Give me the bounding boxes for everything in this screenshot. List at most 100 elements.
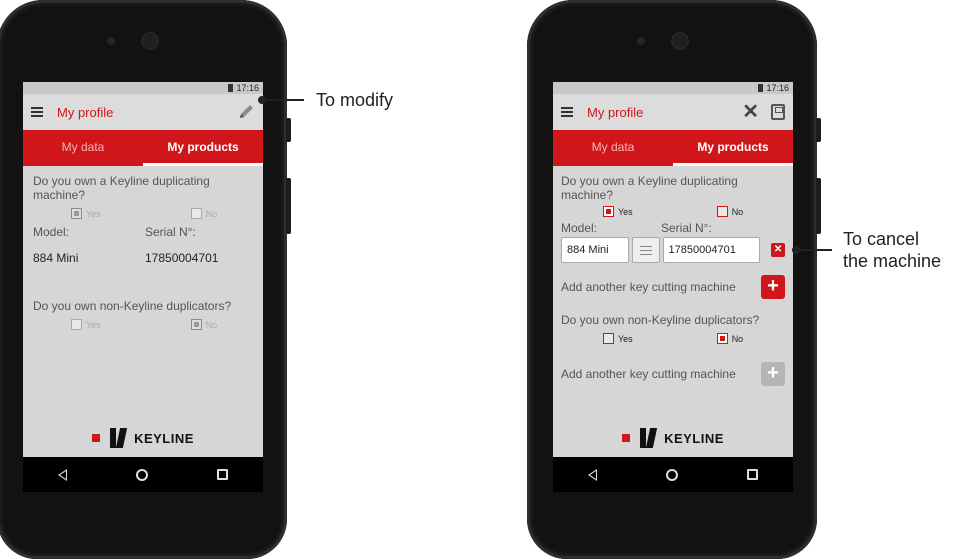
home-icon[interactable]	[665, 468, 678, 481]
battery-icon	[228, 84, 234, 92]
screen-left: 17:16 My profile My data My products Do …	[23, 82, 263, 492]
no-option[interactable]: No	[716, 206, 744, 217]
save-icon[interactable]	[771, 104, 785, 120]
no-label: No	[731, 206, 744, 217]
list-select-button[interactable]	[631, 237, 660, 263]
leader-line-modify	[258, 96, 304, 104]
keyline-machine-options: Yes No	[561, 206, 785, 217]
tab-my-products[interactable]: My products	[673, 130, 793, 166]
keyline-logo: KEYLINE	[553, 428, 793, 448]
machine-labels: Model: Serial N°:	[33, 225, 253, 239]
annotation-cancel-line1: To cancel	[843, 229, 920, 249]
model-value: 884 Mini	[33, 251, 79, 265]
menu-icon[interactable]	[561, 107, 573, 117]
no-label: No	[205, 319, 218, 330]
annotation-cancel: To cancel the machine	[843, 228, 941, 272]
tab-bar: My data My products	[23, 130, 263, 166]
phone-left: 17:16 My profile My data My products Do …	[0, 0, 291, 559]
battery-icon	[758, 84, 764, 92]
logo-text: KEYLINE	[134, 430, 194, 446]
tab-bar: My data My products	[553, 130, 793, 166]
yes-checkbox[interactable]	[71, 319, 82, 330]
camera	[637, 37, 645, 45]
keyline-logo: KEYLINE	[23, 428, 263, 448]
add-machine-label-2: Add another key cutting machine	[561, 367, 736, 381]
close-icon[interactable]: ✕	[742, 102, 759, 122]
no-label: No	[731, 333, 744, 344]
pencil-icon[interactable]	[237, 103, 255, 121]
app-bar: My profile ✕	[553, 94, 793, 130]
no-option[interactable]: No	[716, 333, 744, 344]
model-label: Model:	[561, 221, 598, 235]
add-machine-button-disabled[interactable]: +	[761, 362, 785, 386]
yes-label: Yes	[618, 333, 633, 344]
serial-value: 17850004701	[145, 251, 219, 265]
question-keyline-machine: Do you own a Keyline duplicating machine…	[33, 174, 210, 202]
leader-line-cancel	[792, 246, 832, 254]
add-machine-label: Add another key cutting machine	[561, 280, 736, 294]
yes-label: Yes	[86, 208, 101, 219]
side-button	[816, 118, 821, 142]
side-button	[816, 178, 821, 234]
yes-option[interactable]: Yes	[71, 319, 101, 330]
sensor	[673, 34, 687, 48]
products-content: Do you own a Keyline duplicating machine…	[23, 166, 263, 344]
no-checkbox[interactable]	[716, 206, 728, 217]
nav-bar	[553, 457, 793, 492]
screen-right: 17:16 My profile ✕ My data My products D…	[553, 82, 793, 492]
back-icon[interactable]	[587, 468, 597, 481]
yes-option[interactable]: Yes	[603, 206, 633, 217]
annotation-cancel-line2: the machine	[843, 251, 942, 271]
tab-my-data[interactable]: My data	[23, 130, 143, 166]
home-icon[interactable]	[135, 468, 148, 481]
yes-checkbox[interactable]	[603, 333, 614, 344]
non-keyline-options: Yes No	[561, 333, 785, 344]
add-machine-row: Add another key cutting machine +	[561, 275, 785, 299]
no-label: No	[205, 208, 218, 219]
add-machine-button[interactable]: +	[761, 275, 785, 299]
recent-apps-icon[interactable]	[217, 469, 229, 480]
yes-option[interactable]: Yes	[603, 333, 633, 344]
annotation-modify: To modify	[316, 90, 394, 110]
keyline-machine-options: Yes No	[33, 208, 253, 219]
yes-checkbox[interactable]	[603, 206, 614, 217]
status-time: 17:16	[236, 83, 259, 93]
remove-machine-button[interactable]: ✕	[771, 243, 785, 257]
yes-label: Yes	[86, 319, 101, 330]
menu-icon[interactable]	[31, 107, 43, 117]
back-icon[interactable]	[57, 468, 67, 481]
serial-label: Serial N°:	[145, 225, 196, 239]
phone-right: 17:16 My profile ✕ My data My products D…	[527, 0, 821, 559]
page-title: My profile	[587, 104, 644, 120]
question-non-keyline: Do you own non-Keyline duplicators?	[561, 313, 760, 327]
camera	[107, 37, 115, 45]
app-bar: My profile	[23, 94, 263, 130]
no-option[interactable]: No	[190, 319, 218, 330]
tab-my-products[interactable]: My products	[143, 130, 263, 166]
question-non-keyline: Do you own non-Keyline duplicators?	[33, 299, 232, 313]
no-checkbox[interactable]	[190, 208, 202, 219]
status-bar: 17:16	[553, 82, 793, 94]
tab-my-data[interactable]: My data	[553, 130, 673, 166]
yes-checkbox[interactable]	[71, 208, 82, 219]
yes-option[interactable]: Yes	[71, 208, 101, 219]
serial-field[interactable]: 17850004701	[662, 237, 761, 263]
nav-bar	[23, 457, 263, 492]
machine-labels: Model: Serial N°:	[561, 221, 785, 235]
question-keyline-machine: Do you own a Keyline duplicating machine…	[561, 174, 738, 202]
machine-values: 884 Mini 17850004701	[33, 251, 253, 265]
side-button	[286, 178, 291, 234]
no-option[interactable]: No	[190, 208, 218, 219]
model-field[interactable]: 884 Mini	[561, 237, 629, 263]
side-button	[286, 118, 291, 142]
products-content: Do you own a Keyline duplicating machine…	[553, 166, 793, 394]
non-keyline-options: Yes No	[33, 319, 253, 330]
no-checkbox[interactable]	[716, 333, 728, 344]
logo-text: KEYLINE	[664, 430, 724, 446]
serial-label: Serial N°:	[661, 221, 712, 235]
add-machine-row-2: Add another key cutting machine +	[561, 362, 785, 386]
status-bar: 17:16	[23, 82, 263, 94]
no-checkbox[interactable]	[190, 319, 202, 330]
model-label: Model:	[33, 225, 70, 239]
recent-apps-icon[interactable]	[747, 469, 759, 480]
